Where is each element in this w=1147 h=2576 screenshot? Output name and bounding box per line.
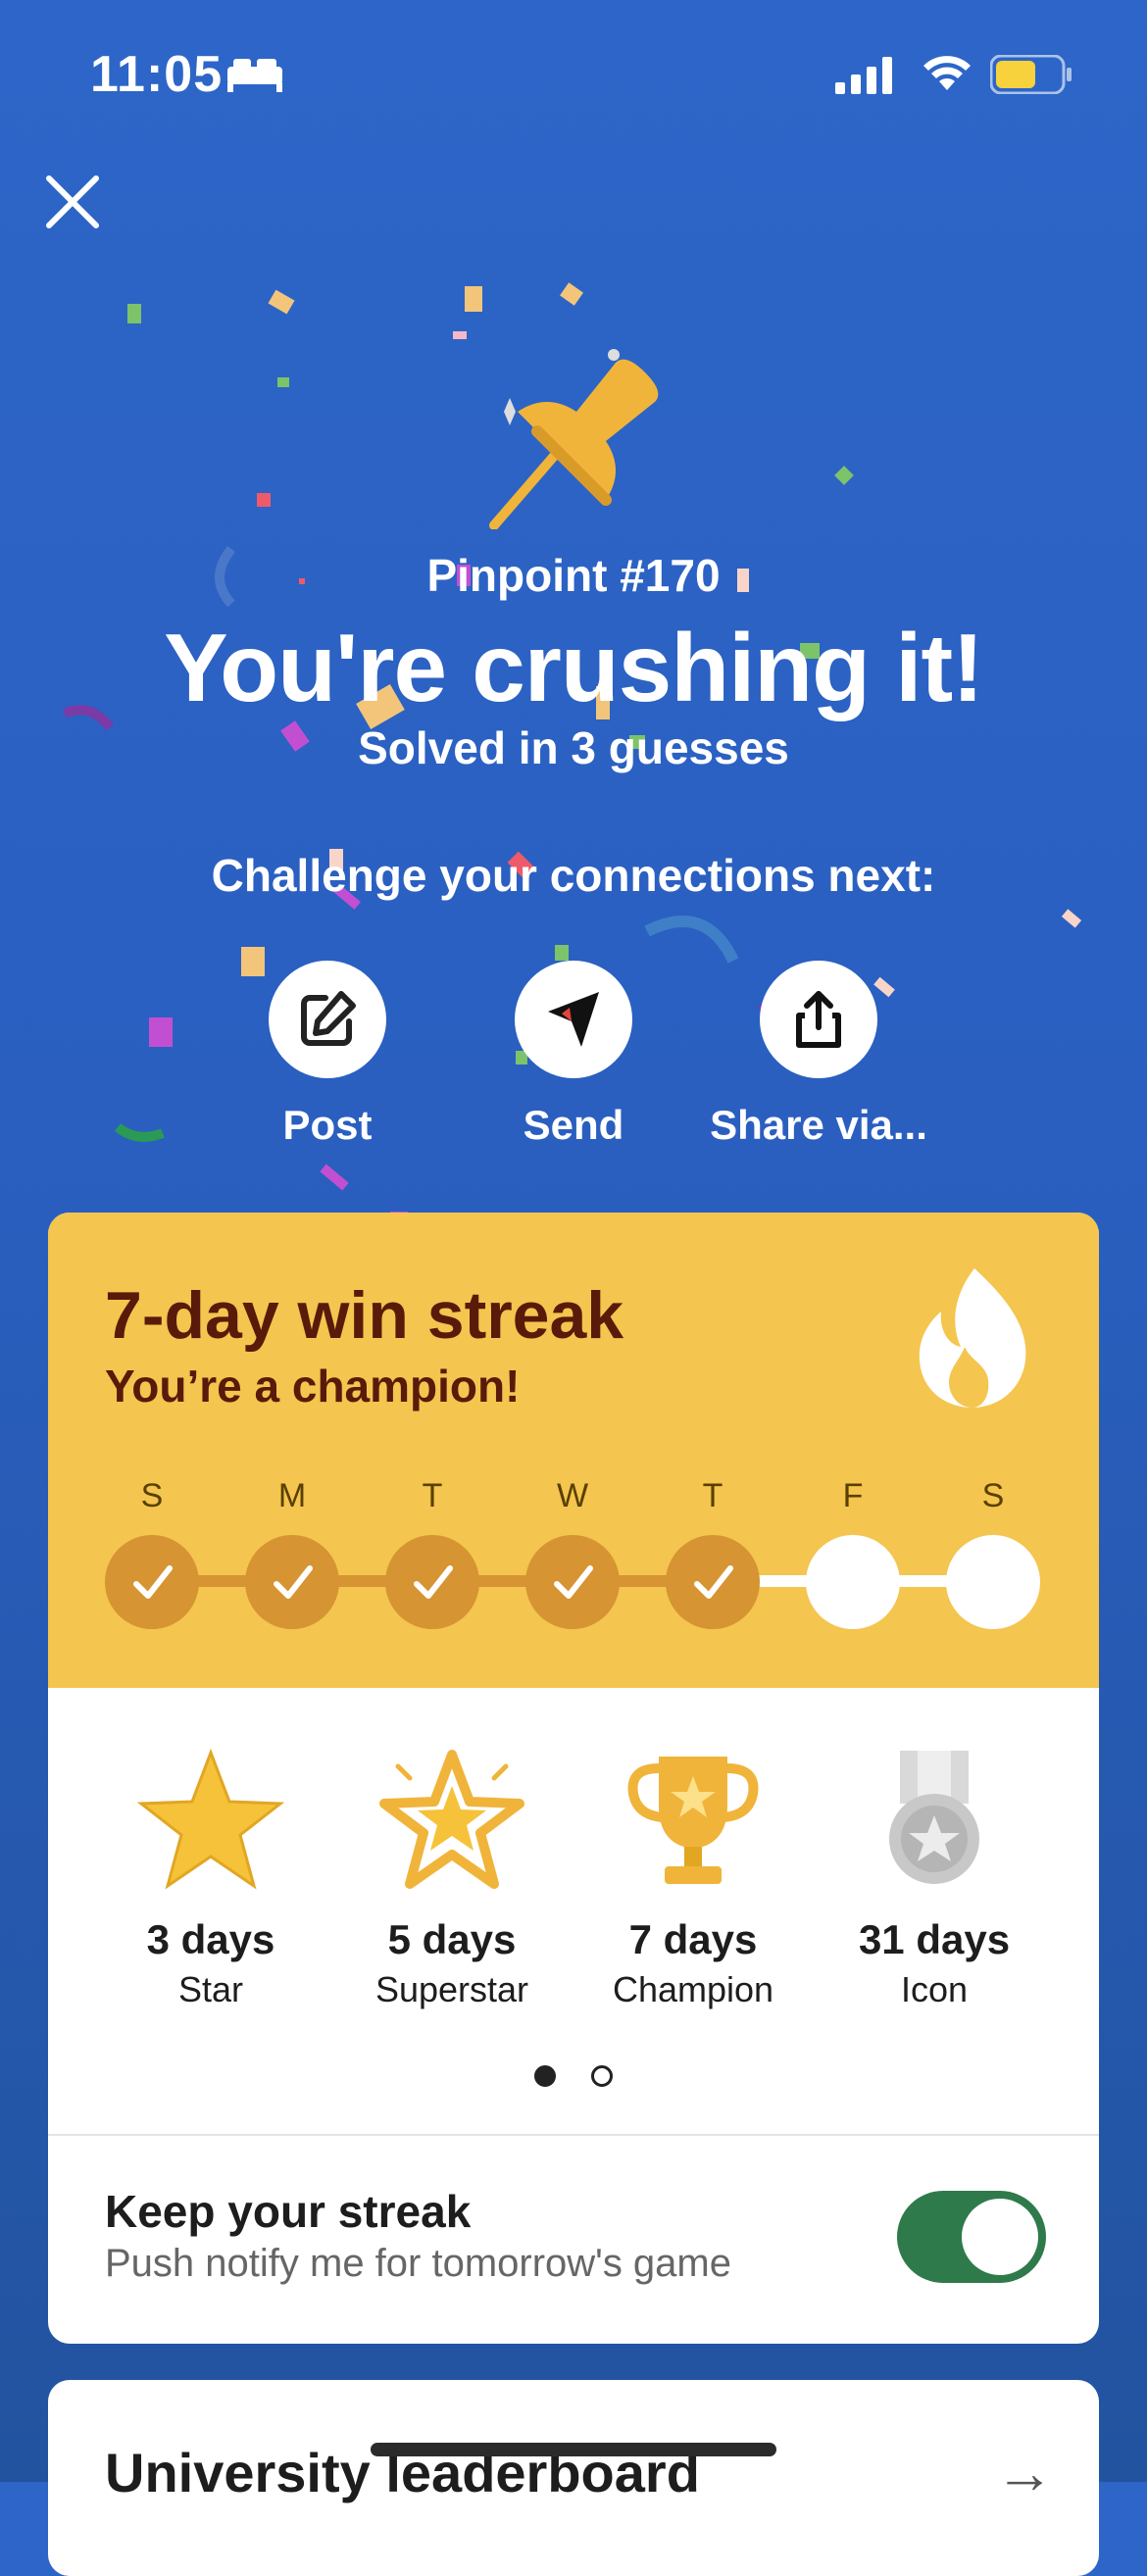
share-icon-circle[interactable]: [760, 961, 877, 1078]
day-check: [385, 1535, 479, 1629]
badge-icon[interactable]: 31 days Icon: [817, 1747, 1052, 2010]
badge-days: 5 days: [387, 1916, 517, 1962]
share-via-label: Share via...: [710, 1102, 927, 1148]
result-subline: Solved in 3 guesses: [358, 722, 789, 773]
home-indicator: [371, 2443, 776, 2456]
arrow-right-icon: →: [995, 2440, 1054, 2505]
trophy-icon: [627, 1757, 759, 1884]
notify-title: Keep your streak: [105, 2186, 472, 2237]
post-button[interactable]: Post: [205, 961, 450, 1149]
badge-name: Star: [177, 1969, 244, 2009]
checkmark-icon: [133, 1565, 173, 1599]
challenge-prompt: Challenge your connections next:: [211, 850, 936, 901]
signal-icon: [835, 57, 892, 94]
bed-icon: [227, 59, 282, 92]
day-check: [105, 1535, 199, 1629]
checkmark-icon: [274, 1565, 313, 1599]
medal-icon: [889, 1751, 979, 1884]
send-button[interactable]: Send: [451, 961, 696, 1149]
send-icon: [548, 992, 599, 1047]
divider: [48, 2134, 1099, 2136]
day-empty: [806, 1535, 900, 1629]
badge-superstar[interactable]: 5 days Superstar: [334, 1747, 570, 2010]
battery-icon: [990, 55, 1072, 94]
day-letter: T: [702, 1477, 723, 1514]
checkmark-icon: [414, 1565, 453, 1599]
star-icon: [136, 1748, 285, 1890]
flame-icon: [919, 1268, 1026, 1408]
status-time: 11:05: [90, 46, 224, 103]
day-empty: [946, 1535, 1040, 1629]
streak-header: 7-day win streak You’re a champion! S M …: [48, 1213, 1099, 1688]
streak-title: 7-day win streak: [105, 1278, 624, 1353]
result-headline: You're crushing it!: [164, 614, 984, 721]
post-icon-circle[interactable]: [269, 961, 386, 1078]
day-letter: T: [422, 1477, 443, 1514]
badge-pager: [48, 2065, 1099, 2092]
badge-name: Champion: [612, 1969, 774, 2009]
day-letter: F: [842, 1477, 864, 1514]
day-letter: S: [981, 1477, 1005, 1514]
badge-days: 3 days: [146, 1916, 275, 1962]
close-button[interactable]: [43, 173, 102, 231]
post-label: Post: [282, 1102, 373, 1148]
badge-star[interactable]: 3 days Star: [93, 1747, 328, 2010]
send-label: Send: [523, 1102, 624, 1148]
edit-icon: [301, 991, 356, 1046]
badge-name: Superstar: [374, 1969, 529, 2009]
pushpin-icon: [489, 349, 659, 529]
badge-days: 31 days: [858, 1916, 1011, 1962]
badge-champion[interactable]: 7 days Champion: [575, 1747, 811, 2010]
badge-name: Icon: [900, 1969, 969, 2009]
page-dot[interactable]: [591, 2065, 613, 2087]
checkmark-icon: [694, 1565, 733, 1599]
day-letter: S: [140, 1477, 164, 1514]
day-letter: M: [277, 1477, 307, 1514]
puzzle-number: Pinpoint #170: [426, 550, 721, 601]
superstar-icon: [379, 1750, 524, 1889]
day-check: [245, 1535, 339, 1629]
share-via-button[interactable]: Share via...: [696, 961, 941, 1149]
toggle-knob: [962, 2199, 1038, 2275]
streak-subtitle: You’re a champion!: [105, 1361, 521, 1412]
badge-days: 7 days: [628, 1916, 758, 1962]
day-letter: W: [556, 1477, 589, 1514]
day-check: [666, 1535, 760, 1629]
leaderboard-card[interactable]: University leaderboard →: [48, 2380, 1099, 2576]
day-check: [525, 1535, 620, 1629]
notify-toggle[interactable]: [897, 2191, 1046, 2283]
notify-subtitle: Push notify me for tomorrow's game: [105, 2242, 731, 2285]
checkmark-icon: [554, 1565, 593, 1599]
streak-card: 7-day win streak You’re a champion! S M …: [48, 1213, 1099, 2344]
wifi-icon: [923, 56, 971, 90]
share-icon: [796, 991, 841, 1048]
send-icon-circle[interactable]: [515, 961, 632, 1078]
page-dot-active[interactable]: [534, 2065, 556, 2087]
